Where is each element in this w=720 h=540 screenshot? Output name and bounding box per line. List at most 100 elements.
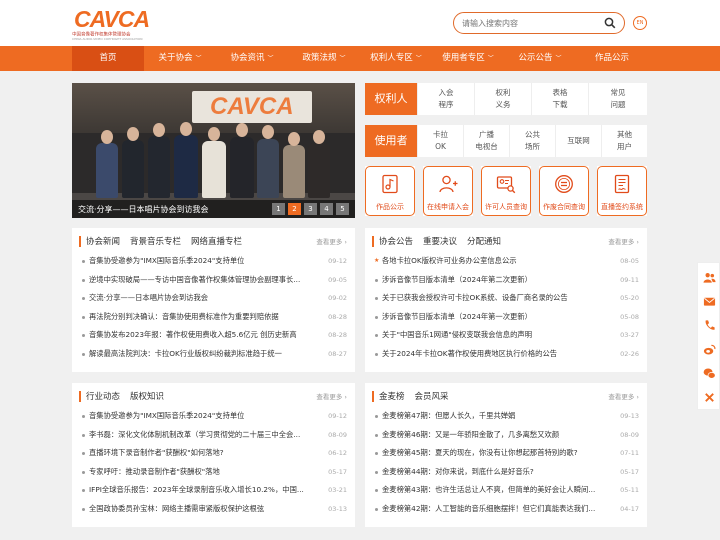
tab-background-music[interactable]: 背景音乐专栏 bbox=[130, 235, 181, 247]
nav-item-news[interactable]: 协会资讯 ﹀ bbox=[216, 46, 288, 71]
user-link-internet[interactable]: 互联网 bbox=[555, 125, 601, 157]
nav-item-user[interactable]: 使用者专区 ﹀ bbox=[432, 46, 504, 71]
industry-list: 音集协受邀参为"IMX国际音乐季2024"支持单位 09-12 李书磊：深化文化体… bbox=[81, 407, 347, 518]
nav-item-about[interactable]: 关于协会 ﹀ bbox=[144, 46, 216, 71]
list-item[interactable]: 逆境中实现破局——专访中国音像著作权集体管理协会副理事长... 09-05 bbox=[81, 271, 347, 290]
list-item[interactable]: 再法院分别判决确认：音集协使用费标准作为重要判赔依据 08-28 bbox=[81, 308, 347, 327]
service-licensee-query[interactable]: 许可人员查询 bbox=[481, 166, 531, 216]
list-item[interactable]: 金麦榜第44期：对你来说，到底什么是好音乐? 05-17 bbox=[374, 463, 639, 482]
list-item[interactable]: 关于已获我会授权许可卡拉OK系统、设备厂商名录的公告 05-20 bbox=[374, 289, 639, 308]
list-item[interactable]: 金麦榜第46期：又是一年骄阳金散了，几多离愁又欢颜 08-09 bbox=[374, 426, 639, 445]
search-box bbox=[453, 12, 625, 34]
tab-live-streaming[interactable]: 网络直播专栏 bbox=[191, 235, 242, 247]
list-item-pinned[interactable]: 各地卡拉OK版权许可业务办公室信息公示 08-05 bbox=[374, 252, 639, 271]
mail-icon[interactable] bbox=[703, 295, 716, 308]
list-item-title: 音集协受邀参为"IMX国际音乐季2024"支持单位 bbox=[89, 256, 245, 265]
list-item[interactable]: 金麦榜第43期：也许生活总让人不爽，但简单的美好会让人瞬间... 05-11 bbox=[374, 481, 639, 500]
list-item[interactable]: 解读最高法院判决：卡拉OK行业版权纠纷裁判标准趋于统一 08-27 bbox=[81, 345, 347, 364]
weibo-icon[interactable] bbox=[703, 343, 716, 356]
service-void-contract-query[interactable]: 作废合同查询 bbox=[539, 166, 589, 216]
rights-holder-link-forms[interactable]: 表格 下载 bbox=[531, 83, 588, 115]
rights-holder-link-rights[interactable]: 权利 义务 bbox=[474, 83, 531, 115]
service-works-publicity[interactable]: 作品公示 bbox=[365, 166, 415, 216]
list-item-date: 05-17 bbox=[620, 467, 639, 476]
carousel-page-4[interactable]: 4 bbox=[320, 203, 333, 215]
nav-label: 公示公告 bbox=[518, 53, 553, 63]
list-item[interactable]: 直播环境下录音制作者"获酬权"如何落地? 06-12 bbox=[81, 444, 347, 463]
list-item[interactable]: 专家呼吁：推动录音制作者"获酬权"落地 05-17 bbox=[81, 463, 347, 482]
list-item[interactable]: 关于2024年卡拉OK著作权使用费地区执行价格的公告 02-26 bbox=[374, 345, 639, 364]
nav-item-home[interactable]: 首页 bbox=[72, 46, 144, 71]
group-icon[interactable] bbox=[703, 271, 716, 284]
list-item-title: 金麦榜第43期：也许生活总让人不爽，但简单的美好会让人瞬间... bbox=[382, 485, 596, 494]
tab-announcements[interactable]: 协会公告 bbox=[379, 235, 413, 247]
list-item[interactable]: 李书磊：深化文化体制机制改革（学习贯彻党的二十届三中全会... 08-09 bbox=[81, 426, 347, 445]
photo-person-head bbox=[180, 122, 192, 136]
rights-holder-link-join[interactable]: 入会 程序 bbox=[417, 83, 474, 115]
view-more-link[interactable]: 查看更多 › bbox=[316, 236, 347, 246]
carousel-page-5[interactable]: 5 bbox=[336, 203, 349, 215]
list-item[interactable]: 涉诉音像节目版本清单（2024年第一次更新） 05-08 bbox=[374, 308, 639, 327]
list-item[interactable]: 金麦榜第42期：人工智能的音乐细胞摆拌！但它们真能表达我们... 04-17 bbox=[374, 500, 639, 519]
service-online-join[interactable]: 在线申请入会 bbox=[423, 166, 473, 216]
tab-copyright-knowledge[interactable]: 版权知识 bbox=[130, 390, 164, 402]
gold-mic-panel: 金麦榜 会员风采 查看更多 › 金麦榜第47期：但愿人长久，千里共婵娟 09-13… bbox=[365, 383, 647, 527]
rights-holder-link-faq[interactable]: 常见 问题 bbox=[588, 83, 647, 115]
rights-holder-title[interactable]: 权利人 bbox=[365, 83, 417, 115]
site-logo[interactable]: CAVCA 中国音像著作权集体管理协会 CHINA AUDIO-VIDEO CO… bbox=[72, 6, 150, 41]
tab-association-news[interactable]: 协会新闻 bbox=[86, 235, 120, 247]
nav-item-announcements[interactable]: 公示公告 ﹀ bbox=[504, 46, 576, 71]
list-item[interactable]: 涉诉音像节目版本清单（2024年第二次更新） 09-11 bbox=[374, 271, 639, 290]
list-item[interactable]: 音集协发布2023年报：著作权使用费收入超5.6亿元 创历史新高 08-28 bbox=[81, 326, 347, 345]
list-item-date: 04-17 bbox=[620, 504, 639, 513]
photo-carousel[interactable]: CAVCA 交流·分享——日本唱片协会到访我会 1 2 3 4 5 bbox=[72, 83, 355, 218]
language-switch[interactable]: EN bbox=[633, 16, 647, 30]
photo-person bbox=[283, 145, 305, 198]
list-item-date: 05-08 bbox=[620, 312, 639, 321]
list-item-date: 06-12 bbox=[328, 449, 347, 457]
user-link-karaoke[interactable]: 卡拉 OK bbox=[417, 125, 463, 157]
tab-gold-mic-chart[interactable]: 金麦榜 bbox=[379, 390, 405, 402]
tab-accent-bar bbox=[372, 235, 374, 247]
list-item[interactable]: IFPI全球音乐报告：2023年全球录制音乐收入增长10.2%，中国... 03-… bbox=[81, 481, 347, 500]
carousel-page-3[interactable]: 3 bbox=[304, 203, 317, 215]
news-list: 音集协受邀参为"IMX国际音乐季2024"支持单位 09-12 逆境中实现破局——… bbox=[81, 252, 347, 363]
list-item-title: 解读最高法院判决：卡拉OK行业版权纠纷裁判标准趋于统一 bbox=[89, 348, 282, 358]
tab-industry-news[interactable]: 行业动态 bbox=[86, 390, 120, 402]
user-link-other[interactable]: 其他 用户 bbox=[601, 125, 647, 157]
view-more-link[interactable]: 查看更多 › bbox=[608, 236, 639, 246]
list-item[interactable]: 音集协受邀参为"IMX国际音乐季2024"支持单位 09-12 bbox=[81, 252, 347, 271]
photo-person bbox=[148, 136, 170, 198]
list-item[interactable]: 全国政协委员孙宝林：网络主播需审紧版权保护这根弦 03-13 bbox=[81, 500, 347, 519]
list-item-title: 再法院分别判决确认：音集协使用费标准作为重要判赔依据 bbox=[89, 311, 279, 321]
search-icon[interactable] bbox=[604, 17, 616, 29]
user-link-broadcast[interactable]: 广播 电视台 bbox=[463, 125, 509, 157]
tab-distribution[interactable]: 分配通知 bbox=[467, 235, 501, 247]
carousel-caption-bar: 交流·分享——日本唱片协会到访我会 1 2 3 4 5 bbox=[72, 200, 355, 218]
nav-item-rights-holder[interactable]: 权利人专区 ﹀ bbox=[360, 46, 432, 71]
nav-item-policy[interactable]: 政策法规 ﹀ bbox=[288, 46, 360, 71]
link-label-line: 其他 bbox=[617, 130, 632, 139]
carousel-page-2[interactable]: 2 bbox=[288, 203, 301, 215]
carousel-caption[interactable]: 交流·分享——日本唱片协会到访我会 bbox=[78, 204, 209, 215]
service-live-contract-system[interactable]: 直播签约系统 bbox=[597, 166, 647, 216]
list-item[interactable]: 关于"中国音乐1网通"侵权变联我会信息的声明 03-27 bbox=[374, 326, 639, 345]
view-more-link[interactable]: 查看更多 › bbox=[316, 391, 347, 401]
view-more-link[interactable]: 查看更多 › bbox=[608, 391, 639, 401]
search-input[interactable] bbox=[462, 17, 602, 30]
close-icon[interactable] bbox=[703, 391, 716, 404]
user-link-public-places[interactable]: 公共 场所 bbox=[509, 125, 555, 157]
tab-resolutions[interactable]: 重要决议 bbox=[423, 235, 457, 247]
nav-item-works[interactable]: 作品公示 bbox=[576, 46, 648, 71]
tab-member-showcase[interactable]: 会员风采 bbox=[415, 390, 449, 402]
list-item[interactable]: 交流·分享——日本唱片协会到访我会 09-02 bbox=[81, 289, 347, 308]
list-item[interactable]: 金麦榜第47期：但愿人长久，千里共婵娟 09-13 bbox=[374, 407, 639, 426]
list-item-title: 李书磊：深化文化体制机制改革（学习贯彻党的二十届三中全会... bbox=[89, 429, 301, 439]
user-title[interactable]: 使用者 bbox=[365, 125, 417, 157]
list-item[interactable]: 音集协受邀参为"IMX国际音乐季2024"支持单位 09-12 bbox=[81, 407, 347, 426]
link-label-line: 常见 bbox=[610, 88, 626, 97]
wechat-icon[interactable] bbox=[703, 367, 716, 380]
phone-icon[interactable] bbox=[703, 319, 716, 332]
list-item[interactable]: 金麦榜第45期：夏天的现在，你没有让你想起那首特别的歌? 07-11 bbox=[374, 444, 639, 463]
carousel-page-1[interactable]: 1 bbox=[272, 203, 285, 215]
